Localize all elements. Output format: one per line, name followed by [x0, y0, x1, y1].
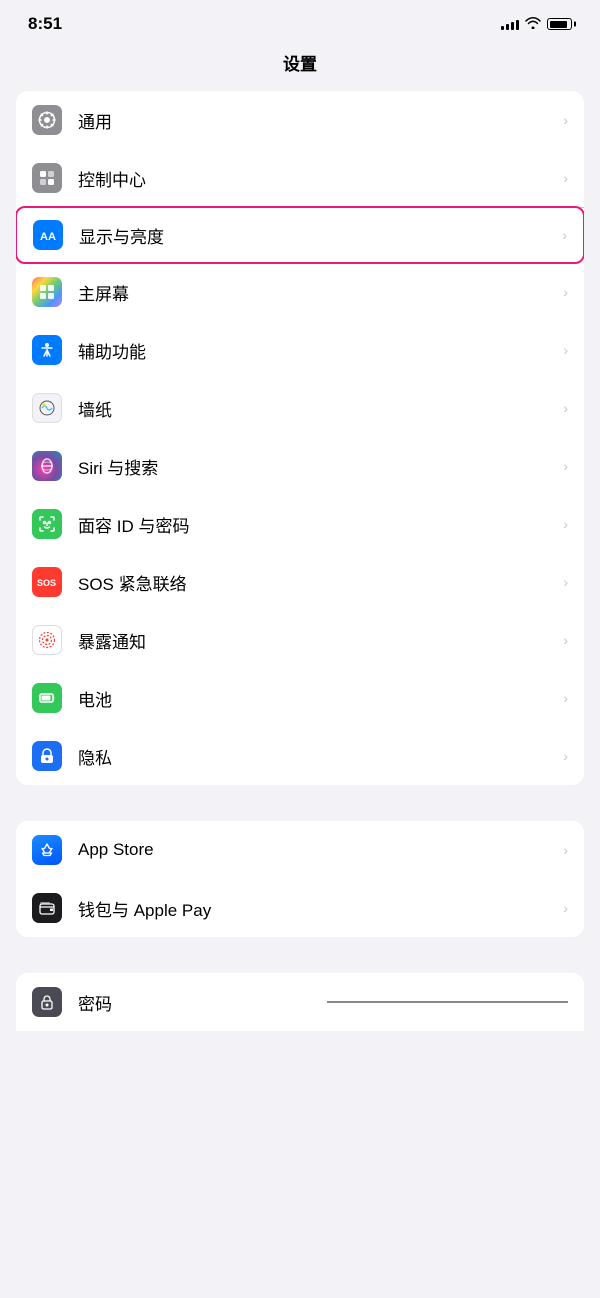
battery-label: 电池 — [78, 686, 555, 711]
settings-item-control-center[interactable]: 控制中心 › — [16, 149, 584, 207]
status-bar: 8:51 — [0, 0, 600, 42]
settings-item-privacy[interactable]: 隐私 › — [16, 727, 584, 785]
siri-label: Siri 与搜索 — [78, 454, 555, 479]
settings-item-wallet[interactable]: 钱包与 Apple Pay › — [16, 879, 584, 937]
wallpaper-chevron: › — [563, 400, 568, 416]
status-icons — [501, 16, 572, 32]
settings-item-password[interactable]: 密码 — [16, 973, 584, 1031]
home-screen-icon — [32, 277, 62, 307]
page-title-container: 设置 — [0, 42, 600, 91]
sos-icon: SOS — [32, 567, 62, 597]
settings-item-accessibility[interactable]: 辅助功能 › — [16, 321, 584, 379]
settings-section-2: App Store › 钱包与 Apple Pay › — [16, 821, 584, 937]
accessibility-chevron: › — [563, 342, 568, 358]
settings-item-home-screen[interactable]: 主屏幕 › — [16, 263, 584, 321]
wallet-label: 钱包与 Apple Pay — [78, 896, 555, 921]
privacy-icon — [32, 741, 62, 771]
display-icon: AA — [33, 220, 63, 250]
accessibility-icon — [32, 335, 62, 365]
settings-item-exposure[interactable]: 暴露通知 › — [16, 611, 584, 669]
siri-chevron: › — [563, 458, 568, 474]
settings-section-1: 通用 › 控制中心 › AA 显示与亮度 › — [16, 91, 584, 785]
wallpaper-icon — [32, 393, 62, 423]
exposure-label: 暴露通知 — [78, 628, 555, 653]
settings-item-faceid[interactable]: 面容 ID 与密码 › — [16, 495, 584, 553]
home-screen-label: 主屏幕 — [78, 280, 555, 305]
control-center-label: 控制中心 — [78, 166, 555, 191]
battery-chevron: › — [563, 690, 568, 706]
wallpaper-label: 墙纸 — [78, 396, 555, 421]
settings-item-appstore[interactable]: App Store › — [16, 821, 584, 879]
settings-item-wallpaper[interactable]: 墙纸 › — [16, 379, 584, 437]
settings-item-siri[interactable]: Siri 与搜索 › — [16, 437, 584, 495]
exposure-chevron: › — [563, 632, 568, 648]
privacy-label: 隐私 — [78, 744, 555, 769]
control-center-chevron: › — [563, 170, 568, 186]
appstore-label: App Store — [78, 840, 555, 860]
accessibility-label: 辅助功能 — [78, 338, 555, 363]
svg-text:AA: AA — [40, 231, 56, 243]
general-chevron: › — [563, 112, 568, 128]
password-underline — [327, 1001, 568, 1003]
svg-text:SOS: SOS — [37, 578, 56, 588]
home-screen-chevron: › — [563, 284, 568, 300]
wallet-chevron: › — [563, 900, 568, 916]
faceid-icon — [32, 509, 62, 539]
display-label: 显示与亮度 — [79, 223, 554, 248]
general-label: 通用 — [78, 108, 555, 133]
settings-section-3-partial: 密码 — [16, 973, 584, 1031]
faceid-chevron: › — [563, 516, 568, 532]
status-time: 8:51 — [28, 14, 62, 34]
settings-item-battery[interactable]: 电池 › — [16, 669, 584, 727]
control-center-icon — [32, 163, 62, 193]
wallet-icon — [32, 893, 62, 923]
sos-chevron: › — [563, 574, 568, 590]
page-title: 设置 — [283, 55, 317, 74]
appstore-icon — [32, 835, 62, 865]
battery-icon — [547, 18, 572, 30]
settings-item-sos[interactable]: SOS SOS 紧急联络 › — [16, 553, 584, 611]
sos-label: SOS 紧急联络 — [78, 570, 555, 595]
battery-settings-icon — [32, 683, 62, 713]
exposure-icon — [32, 625, 62, 655]
siri-icon — [32, 451, 62, 481]
general-icon — [32, 105, 62, 135]
signal-icon — [501, 18, 519, 30]
faceid-label: 面容 ID 与密码 — [78, 512, 555, 537]
password-icon — [32, 987, 62, 1017]
appstore-chevron: › — [563, 842, 568, 858]
settings-item-general[interactable]: 通用 › — [16, 91, 584, 149]
settings-item-display[interactable]: AA 显示与亮度 › — [16, 206, 584, 264]
display-chevron: › — [562, 227, 567, 243]
privacy-chevron: › — [563, 748, 568, 764]
wifi-icon — [525, 16, 541, 32]
password-label: 密码 — [78, 990, 319, 1015]
